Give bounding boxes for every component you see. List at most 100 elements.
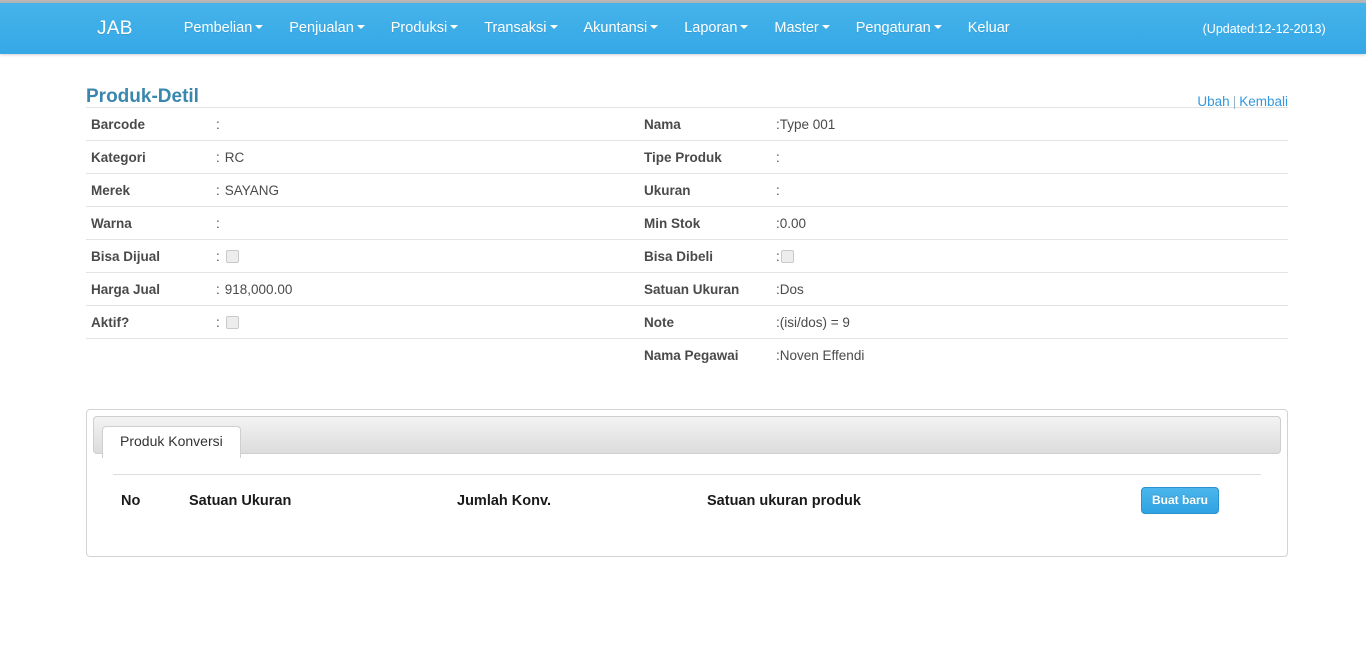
- detail-value-warna: :: [216, 206, 641, 240]
- detail-value-note: :(isi/dos) = 9: [776, 305, 1288, 339]
- detail-value-nama: :Type 001: [776, 107, 1288, 141]
- chevron-down-icon: [450, 25, 459, 30]
- detail-label-nama-pegawai: Nama Pegawai: [641, 338, 776, 371]
- back-link[interactable]: Kembali: [1239, 94, 1288, 109]
- nav-item-pengaturan[interactable]: Pengaturan: [843, 3, 955, 54]
- edit-link[interactable]: Ubah: [1197, 94, 1229, 109]
- detail-label-note: Note: [641, 305, 776, 339]
- table-row: Bisa Dijual : Bisa Dibeli :: [86, 239, 1288, 273]
- tabs-nav: Produk Konversi: [93, 416, 1281, 458]
- detail-label-bisa-dijual: Bisa Dijual: [86, 239, 216, 273]
- nav-label-pembelian: Pembelian: [183, 20, 253, 36]
- detail-label-merek: Merek: [86, 173, 216, 207]
- checkbox-bisa-dijual[interactable]: [225, 250, 239, 263]
- colon: :: [776, 249, 780, 264]
- nav-label-keluar: Keluar: [967, 20, 1010, 36]
- nav-item-akuntansi[interactable]: Akuntansi: [571, 3, 672, 54]
- nav-label-penjualan: Penjualan: [289, 20, 354, 36]
- updated-timestamp: (Updated:12-12-2013): [1202, 21, 1326, 36]
- table-row: Merek : SAYANG Ukuran :: [86, 173, 1288, 207]
- column-header-no: No: [113, 474, 189, 524]
- detail-label-bisa-dibeli: Bisa Dibeli: [641, 239, 776, 273]
- detail-value-bisa-dijual: :: [216, 239, 641, 273]
- colon: :: [216, 315, 220, 330]
- detail-label-aktif: Aktif?: [86, 305, 216, 339]
- chevron-down-icon: [549, 25, 558, 30]
- chevron-down-icon: [740, 25, 749, 30]
- nav-item-master[interactable]: Master: [761, 3, 842, 54]
- colon: :: [776, 150, 780, 165]
- nav-item-penjualan[interactable]: Penjualan: [276, 3, 378, 54]
- create-new-button[interactable]: Buat baru: [1141, 487, 1220, 514]
- detail-value-empty: [216, 338, 641, 371]
- nav-label-produksi: Produksi: [390, 20, 448, 36]
- nav-item-transaksi[interactable]: Transaksi: [471, 3, 570, 54]
- detail-label-kategori: Kategori: [86, 140, 216, 174]
- column-header-satuan-ukuran-produk: Satuan ukuran produk: [707, 474, 1141, 524]
- product-detail-table: Barcode : Nama :Type 001 Kategori : RC Ti…: [86, 107, 1288, 371]
- colon: :: [776, 183, 780, 198]
- detail-label-ukuran: Ukuran: [641, 173, 776, 207]
- nav-label-akuntansi: Akuntansi: [583, 20, 648, 36]
- detail-label-empty: [86, 338, 216, 371]
- nav-label-master: Master: [774, 20, 819, 36]
- detail-label-min-stok: Min Stok: [641, 206, 776, 240]
- table-row: Barcode : Nama :Type 001: [86, 107, 1288, 141]
- column-header-jumlah-konv: Jumlah Konv.: [457, 474, 707, 524]
- colon: :: [216, 183, 220, 198]
- detail-value-harga-jual: :918,000.00: [216, 272, 641, 306]
- nav-item-pembelian[interactable]: Pembelian: [171, 3, 277, 54]
- chevron-down-icon: [933, 25, 942, 30]
- brand-logo[interactable]: JAB: [97, 18, 133, 40]
- checkbox-bisa-dibeli[interactable]: [780, 250, 794, 263]
- top-navbar: JAB Pembelian Penjualan Produksi Transak…: [0, 3, 1366, 54]
- detail-label-nama: Nama: [641, 107, 776, 141]
- colon: :: [216, 282, 220, 297]
- detail-label-warna: Warna: [86, 206, 216, 240]
- content-container: Produk-Detil Ubah | Kembali Barcode : Nama…: [78, 54, 1288, 557]
- nav-label-transaksi: Transaksi: [484, 20, 547, 36]
- value-text: 0.00: [779, 216, 807, 231]
- nav-item-keluar[interactable]: Keluar: [955, 3, 1023, 54]
- table-row: Harga Jual :918,000.00 Satuan Ukuran :Do…: [86, 272, 1288, 306]
- colon: :: [216, 249, 220, 264]
- tab-content-produk-konversi: No Satuan Ukuran Jumlah Konv. Satuan uku…: [93, 454, 1281, 524]
- table-row: Warna : Min Stok :0.00: [86, 206, 1288, 240]
- detail-value-aktif: :: [216, 305, 641, 339]
- detail-value-nama-pegawai: :Noven Effendi: [776, 338, 1288, 371]
- detail-value-merek: : SAYANG: [216, 173, 641, 207]
- detail-value-tipe-produk: :: [776, 140, 1288, 174]
- value-text: Type 001: [779, 117, 836, 132]
- page-body: Produk-Detil Ubah | Kembali Barcode : Nama…: [0, 54, 1366, 557]
- detail-value-bisa-dibeli: :: [776, 239, 1288, 273]
- value-text: (isi/dos) = 9: [779, 315, 850, 330]
- table-header-row: No Satuan Ukuran Jumlah Konv. Satuan uku…: [113, 474, 1261, 524]
- chevron-down-icon: [255, 25, 264, 30]
- tabs-panel: Produk Konversi No Satuan Ukuran Jumlah …: [86, 409, 1288, 557]
- detail-value-min-stok: :0.00: [776, 206, 1288, 240]
- value-text: SAYANG: [224, 183, 280, 198]
- colon: :: [216, 150, 220, 165]
- nav-label-laporan: Laporan: [684, 20, 738, 36]
- column-header-actions: Buat baru: [1141, 474, 1261, 524]
- chevron-down-icon: [821, 25, 830, 30]
- nav-label-pengaturan: Pengaturan: [855, 20, 931, 36]
- detail-value-satuan-ukuran: :Dos: [776, 272, 1288, 306]
- colon: :: [216, 216, 220, 231]
- chevron-down-icon: [356, 25, 365, 30]
- value-text: RC: [224, 150, 245, 165]
- page-title: Produk-Detil: [86, 86, 199, 107]
- table-row: Nama Pegawai :Noven Effendi: [86, 338, 1288, 371]
- detail-label-satuan-ukuran: Satuan Ukuran: [641, 272, 776, 306]
- detail-value-ukuran: :: [776, 173, 1288, 207]
- detail-value-kategori: : RC: [216, 140, 641, 174]
- nav-item-produksi[interactable]: Produksi: [378, 3, 471, 54]
- column-header-satuan-ukuran: Satuan Ukuran: [189, 474, 457, 524]
- nav-item-laporan[interactable]: Laporan: [671, 3, 761, 54]
- value-text: 918,000.00: [224, 282, 293, 297]
- action-links: Ubah | Kembali: [1197, 94, 1288, 109]
- checkbox-aktif[interactable]: [225, 316, 239, 329]
- value-text: Noven Effendi: [779, 348, 865, 363]
- chevron-down-icon: [650, 25, 659, 30]
- detail-label-barcode: Barcode: [86, 107, 216, 141]
